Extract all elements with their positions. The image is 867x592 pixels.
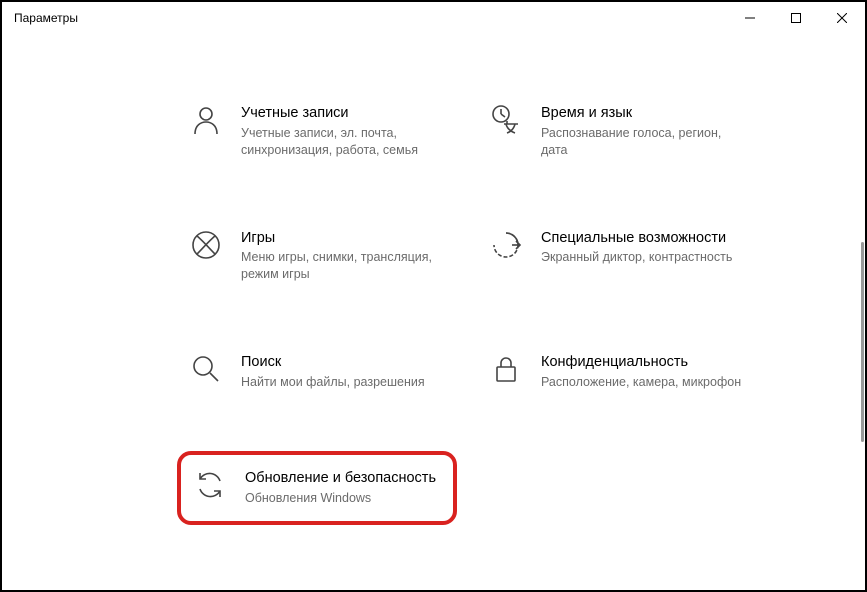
tile-title: Поиск xyxy=(241,353,445,372)
tile-desc: Найти мои файлы, разрешения xyxy=(241,374,445,391)
tile-games[interactable]: Игры Меню игры, снимки, трансляция, режи… xyxy=(177,219,457,294)
tile-update-security[interactable]: Обновление и безопасность Обновления Win… xyxy=(177,451,457,525)
tile-accounts[interactable]: Учетные записи Учетные записи, эл. почта… xyxy=(177,94,457,169)
tile-title: Конфиденциальность xyxy=(541,353,745,372)
tile-desc: Расположение, камера, микрофон xyxy=(541,374,745,391)
tile-title: Игры xyxy=(241,229,445,248)
tile-desc: Учетные записи, эл. почта, синхронизация… xyxy=(241,125,445,159)
tile-time-language[interactable]: Время и язык Распознавание голоса, регио… xyxy=(477,94,757,169)
window-controls xyxy=(727,2,865,34)
sync-icon xyxy=(193,469,227,503)
tile-desc: Распознавание голоса, регион, дата xyxy=(541,125,745,159)
scrollbar[interactable] xyxy=(861,242,864,442)
tile-title: Специальные возможности xyxy=(541,229,745,248)
time-language-icon xyxy=(489,104,523,138)
tile-title: Время и язык xyxy=(541,104,745,123)
search-icon xyxy=(189,353,223,387)
tile-desc: Экранный диктор, контрастность xyxy=(541,249,745,266)
tile-title: Обновление и безопасность xyxy=(245,469,441,488)
tile-search[interactable]: Поиск Найти мои файлы, разрешения xyxy=(177,343,457,401)
lock-icon xyxy=(489,353,523,387)
tile-desc: Меню игры, снимки, трансляция, режим игр… xyxy=(241,249,445,283)
settings-grid: Учетные записи Учетные записи, эл. почта… xyxy=(2,34,865,545)
window-title: Параметры xyxy=(14,11,78,25)
person-icon xyxy=(189,104,223,138)
close-button[interactable] xyxy=(819,2,865,34)
minimize-button[interactable] xyxy=(727,2,773,34)
tile-desc: Обновления Windows xyxy=(245,490,441,507)
tile-privacy[interactable]: Конфиденциальность Расположение, камера,… xyxy=(477,343,757,401)
xbox-icon xyxy=(189,229,223,263)
tile-ease-of-access[interactable]: Специальные возможности Экранный диктор,… xyxy=(477,219,757,294)
maximize-button[interactable] xyxy=(773,2,819,34)
tile-title: Учетные записи xyxy=(241,104,445,123)
ease-of-access-icon xyxy=(489,229,523,263)
